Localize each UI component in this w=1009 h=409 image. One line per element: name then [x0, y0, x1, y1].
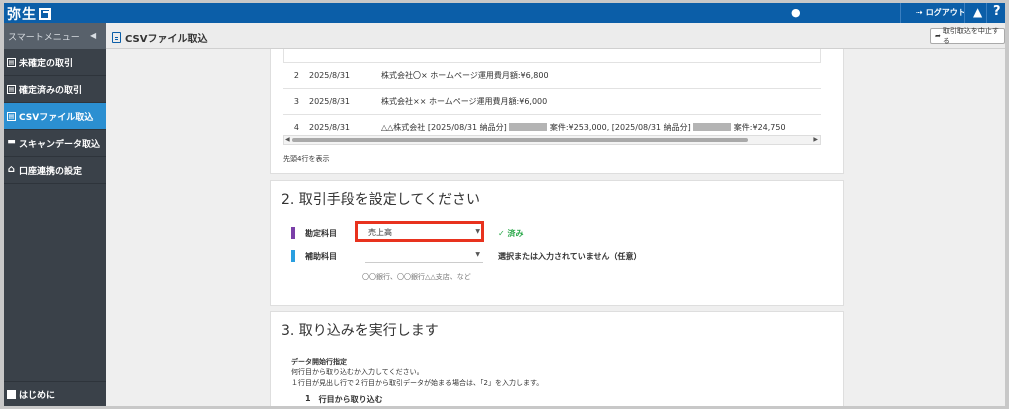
- scroll-right-icon[interactable]: ▶: [813, 136, 818, 143]
- cancel-import-button[interactable]: ➦ 取引取込を中止する: [930, 27, 1005, 45]
- sub-account-field-row: 補助科目 ▼ 選択または入力されていません（任意）: [291, 249, 642, 263]
- execute-import-card: 3. 取り込みを実行します データ開始行指定 何行目から取り込むか入力してくださ…: [270, 311, 844, 406]
- row-date: 2025/8/31: [309, 97, 351, 106]
- row-description: 株式会社〇× ホームページ運用費月額:¥6,800: [381, 71, 549, 80]
- row-description: △△株式会社 [2025/08/31 納品分] 案件:¥253,000, [20…: [381, 122, 821, 133]
- book-icon: [7, 389, 16, 399]
- logout-button[interactable]: ⇢ ログアウト: [916, 7, 966, 18]
- table-row: 2 2025/8/31 株式会社〇× ホームページ運用費月額:¥6,800: [283, 63, 821, 89]
- sub-account-hint: 〇〇銀行、〇〇銀行△△支店、など: [362, 273, 471, 281]
- help-icon[interactable]: ?: [993, 4, 1001, 19]
- list-icon: ▤: [7, 57, 16, 67]
- preview-note: 先頭4行を表示: [283, 155, 330, 163]
- divider: [986, 3, 987, 23]
- start-row-field: 1 行目から取り込む: [305, 394, 383, 405]
- collapse-icon[interactable]: ◀: [90, 31, 96, 40]
- logo-text: 弥生: [7, 7, 37, 23]
- row-date: 2025/8/31: [309, 122, 351, 132]
- csv-preview-card: 2 2025/8/31 株式会社〇× ホームページ運用費月額:¥6,800 3 …: [270, 49, 844, 174]
- page-title-text: CSVファイル取込: [125, 34, 208, 45]
- sidebar-item-csv-import[interactable]: ▤ CSVファイル取込: [4, 103, 106, 130]
- section-title: 2. 取引手段を設定してください: [281, 192, 480, 208]
- section-title: 3. 取り込みを実行します: [281, 323, 439, 339]
- horizontal-scrollbar[interactable]: ◀ ▶: [283, 135, 821, 145]
- divider: [964, 3, 965, 23]
- logout-icon: ⇢: [916, 8, 923, 17]
- list-check-icon: ▤: [7, 84, 16, 94]
- bank-icon: ⌂: [7, 163, 16, 175]
- top-bar: 弥生 ● ⇢ ログアウト ▲ ?: [4, 3, 1005, 23]
- sidebar-item-label: 確定済みの取引: [19, 85, 83, 96]
- sidebar-item-label: 口座連携の設定: [19, 166, 83, 177]
- sidebar-item-label: CSVファイル取込: [19, 112, 94, 123]
- row-description-part: 案件:¥253,000, [2025/08/31 納品分]: [549, 122, 691, 132]
- logo-arrow-icon: [39, 8, 51, 20]
- start-row-description: 何行目から取り込むか入力してください。: [291, 368, 424, 376]
- scrollbar-thumb[interactable]: [292, 138, 748, 142]
- sidebar-item-confirmed[interactable]: ▤ 確定済みの取引: [4, 76, 106, 103]
- row-description-part: 案件:¥24,750: [733, 122, 786, 132]
- start-row-heading: データ開始行指定: [291, 358, 347, 366]
- row-number: 4: [293, 122, 299, 132]
- sidebar-item-label: はじめに: [19, 390, 56, 401]
- start-row-suffix: 行目から取り込む: [318, 395, 383, 404]
- redacted-block: [693, 123, 732, 131]
- return-arrow-icon: ➦: [935, 32, 941, 40]
- user-icon[interactable]: ●: [791, 6, 801, 19]
- row-number: 2: [293, 71, 299, 80]
- sub-account-bar: [291, 250, 295, 262]
- row-description: 株式会社×× ホームページ運用費月額:¥6,000: [381, 97, 548, 106]
- sub-account-select[interactable]: ▼: [365, 249, 483, 263]
- smart-menu-label: スマートメニュー: [8, 32, 80, 43]
- page-title: CSVファイル取込: [112, 30, 207, 45]
- sidebar-item-unconfirmed[interactable]: ▤ 未確定の取引: [4, 49, 106, 76]
- scroll-left-icon[interactable]: ◀: [285, 136, 290, 143]
- sidebar-item-label: 未確定の取引: [19, 58, 74, 69]
- sidebar-item-scan-import[interactable]: ▬ スキャンデータ取込: [4, 130, 106, 157]
- sub-account-label: 補助科目: [305, 251, 337, 261]
- app-frame: 弥生 ● ⇢ ログアウト ▲ ? スマートメニュー ◀ CSVファイル取込 ➦ …: [4, 3, 1005, 406]
- sidebar-item-label: スキャンデータ取込: [19, 139, 101, 150]
- row-date: 2025/8/31: [309, 71, 351, 80]
- csv-file-icon: ▤: [7, 111, 16, 121]
- sidebar: ▤ 未確定の取引 ▤ 確定済みの取引 ▤ CSVファイル取込 ▬ スキャンデータ…: [4, 49, 106, 406]
- start-row-description: １行目が見出し行で２行目から取引データが始まる場合は、「2」を入力します。: [291, 379, 544, 387]
- row-description-part: △△株式会社 [2025/08/31 納品分]: [381, 122, 507, 132]
- app-logo[interactable]: 弥生: [7, 4, 51, 24]
- cancel-import-label: 取引取込を中止する: [942, 27, 999, 45]
- highlight-box: [355, 221, 484, 242]
- table-row: [283, 49, 821, 63]
- row-number: 3: [293, 97, 299, 106]
- logout-label: ログアウト: [925, 8, 966, 17]
- sidebar-item-account-link[interactable]: ⌂ 口座連携の設定: [4, 157, 106, 184]
- divider: [900, 3, 901, 23]
- bell-icon[interactable]: ▲: [973, 5, 982, 19]
- chevron-down-icon: ▼: [475, 251, 480, 258]
- status-badge: ✓ 済み: [498, 228, 524, 238]
- smart-menu-toggle[interactable]: スマートメニュー ◀: [4, 23, 106, 49]
- start-row-input[interactable]: 1: [305, 394, 311, 405]
- table-row: 3 2025/8/31 株式会社×× ホームページ運用費月額:¥6,000: [283, 89, 821, 115]
- sidebar-item-getting-started[interactable]: はじめに: [4, 381, 106, 406]
- payment-method-card: 2. 取引手段を設定してください 勘定科目 売上高 ▼ ✓ 済み 補助科目 ▼ …: [270, 180, 844, 306]
- scanner-icon: ▬: [7, 136, 16, 147]
- main-content: 2 2025/8/31 株式会社〇× ホームページ運用費月額:¥6,800 3 …: [106, 49, 1005, 406]
- status-text: 選択または入力されていません（任意）: [498, 251, 642, 261]
- redacted-block: [509, 123, 548, 131]
- csv-file-icon: [112, 32, 121, 43]
- account-bar: [291, 227, 295, 239]
